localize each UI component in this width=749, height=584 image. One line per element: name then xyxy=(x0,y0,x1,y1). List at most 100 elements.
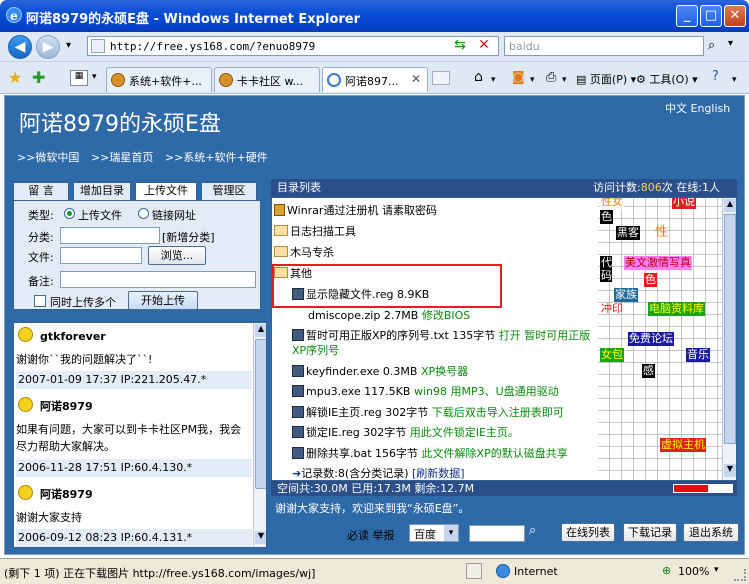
search-go-icon[interactable]: ⌕ xyxy=(529,523,536,538)
stop-icon[interactable]: ✕ xyxy=(474,37,494,55)
note-input[interactable] xyxy=(60,271,256,288)
file-item[interactable]: Winrar通过注册机 请素取密码 xyxy=(274,203,437,218)
file-list-scrollbar[interactable]: ▲ ▼ xyxy=(722,198,736,480)
quick-tabs-icon[interactable]: ▦ xyxy=(70,70,88,86)
zoom-icon[interactable]: ⊕ xyxy=(662,564,671,577)
print-dropdown[interactable]: ▾ xyxy=(562,71,567,93)
language-switch[interactable]: 中文 English xyxy=(665,100,730,116)
zoom-level[interactable]: 100% xyxy=(678,565,709,578)
browse-button[interactable]: 浏览... xyxy=(148,246,206,265)
link-microsoft[interactable]: >>微软中国 xyxy=(17,151,79,164)
ad-link[interactable]: 家族 xyxy=(614,288,638,302)
multi-upload-checkbox[interactable] xyxy=(34,295,46,307)
minimize-button[interactable]: _ xyxy=(676,5,698,27)
ad-link[interactable]: 女包 xyxy=(600,348,624,362)
home-dropdown[interactable]: ▾ xyxy=(491,71,496,93)
ad-grid: 性女 小说 色 黑客 性 美文激情写真 代码 色 家族 冲印 电脑资料库 免费论… xyxy=(598,198,722,480)
file-item[interactable]: mpu3.exe 117.5KB win98 用MP3、U盘通用驱动 xyxy=(292,384,559,399)
ad-link[interactable]: 音乐 xyxy=(686,348,710,362)
file-item[interactable]: keyfinder.exe 0.3MB XP换号器 xyxy=(292,364,468,379)
guestbook-scrollbar[interactable]: ▲ ▼ xyxy=(253,323,266,547)
scroll-down-icon[interactable]: ▼ xyxy=(255,531,266,544)
tab-admin[interactable]: 管理区 xyxy=(201,182,257,200)
online-list-button[interactable]: 在线列表 xyxy=(561,523,615,542)
ad-link[interactable]: 冲印 xyxy=(600,302,624,316)
search-icon[interactable]: ⌕ xyxy=(708,38,726,56)
home-icon[interactable]: ⌂ xyxy=(474,65,483,87)
new-tab-button[interactable] xyxy=(432,71,450,85)
tab-close-icon[interactable]: ✕ xyxy=(411,72,421,86)
link-rising[interactable]: >>瑞星首页 xyxy=(91,151,153,164)
ad-link[interactable]: 性 xyxy=(654,226,669,240)
space-usage-fill xyxy=(674,485,708,492)
link-system-software[interactable]: >>系统+软件+硬件 xyxy=(165,151,268,164)
feeds-dropdown[interactable]: ▾ xyxy=(530,71,535,93)
file-item[interactable]: 暂时可用正版XP的序列号.txt 135字节 打开 暂时可用正版XP序列号 xyxy=(292,328,592,358)
start-upload-button[interactable]: 开始上传 xyxy=(128,291,198,310)
file-item[interactable]: 锁定IE.reg 302字节 用此文件锁定IE主页。 xyxy=(292,425,519,440)
ad-link[interactable]: 小说 xyxy=(672,198,696,209)
tab-3-active[interactable]: 阿诺897... ✕ xyxy=(322,67,428,92)
close-button[interactable]: ✕ xyxy=(724,5,746,27)
logout-button[interactable]: 退出系统 xyxy=(683,523,739,542)
search-engine-select[interactable]: 百度 ▾ xyxy=(409,524,459,542)
scroll-down-icon[interactable]: ▼ xyxy=(724,464,736,477)
folder-item[interactable]: 木马专杀 xyxy=(274,245,334,260)
tools-menu[interactable]: ⚙ 工具(O) ▾ xyxy=(636,67,698,89)
address-bar[interactable]: http://free.ys168.com/?enuo8979 ⇆ ✕ xyxy=(87,36,499,56)
help-dropdown[interactable]: ▾ xyxy=(732,71,737,93)
help-icon[interactable]: ? xyxy=(712,65,719,87)
tab-1[interactable]: 系统+软件+... xyxy=(106,67,212,92)
tab-add-directory[interactable]: 增加目录 xyxy=(73,182,131,200)
back-button[interactable]: ◀ xyxy=(8,35,32,59)
ad-link[interactable]: 色 xyxy=(600,210,613,224)
new-category-link[interactable]: [新增分类] xyxy=(162,229,215,245)
scroll-up-icon[interactable]: ▲ xyxy=(255,324,266,337)
refresh-icon[interactable]: ⇆ xyxy=(450,37,470,55)
download-log-button[interactable]: 下载记录 xyxy=(623,523,677,542)
tab-upload[interactable]: 上传文件 xyxy=(135,182,197,200)
favorites-star-icon[interactable]: ★ xyxy=(8,68,22,87)
search-options-icon[interactable]: ▾ xyxy=(728,38,733,49)
page-menu[interactable]: ▤ 页面(P) ▾ xyxy=(576,67,636,89)
file-input[interactable] xyxy=(60,247,142,264)
scroll-thumb[interactable] xyxy=(724,214,736,444)
category-select[interactable] xyxy=(60,227,160,244)
refresh-link[interactable]: [刷新数据] xyxy=(412,467,465,480)
ad-link[interactable]: 色 xyxy=(644,273,657,287)
ad-link[interactable]: 免费论坛 xyxy=(628,332,674,346)
maximize-button[interactable]: □ xyxy=(700,5,722,27)
tab-list-dropdown[interactable]: ▾ xyxy=(92,72,97,82)
forward-button[interactable]: ▶ xyxy=(36,35,60,59)
tab-guestbook[interactable]: 留 言 xyxy=(13,182,69,200)
ad-link[interactable]: 美文激情写真 xyxy=(624,256,692,270)
ad-link[interactable]: 黑客 xyxy=(616,226,640,240)
folder-icon xyxy=(274,225,288,236)
scroll-thumb[interactable] xyxy=(255,339,266,489)
print-icon[interactable]: ⎙ xyxy=(546,66,556,88)
history-dropdown[interactable]: ▾ xyxy=(66,40,71,51)
resize-grip[interactable] xyxy=(734,569,746,581)
scroll-up-icon[interactable]: ▲ xyxy=(724,199,736,212)
radio-link[interactable] xyxy=(138,208,149,219)
ad-link[interactable]: 虚拟主机 xyxy=(660,438,706,452)
search-field[interactable] xyxy=(469,525,525,542)
search-box[interactable]: baidu xyxy=(504,36,704,56)
zoom-dropdown[interactable]: ▾ xyxy=(714,565,719,575)
folder-item[interactable]: 日志扫描工具 xyxy=(274,224,356,239)
file-item[interactable]: 解锁IE主页.reg 302字节 下载后双击导入注册表即可 xyxy=(292,405,564,420)
ad-link[interactable]: 感 xyxy=(642,364,655,378)
ad-link[interactable]: 性女 xyxy=(600,198,624,209)
file-list-header: 目录列表 访问计数:806次 在线:1人 xyxy=(271,179,737,197)
ad-link[interactable]: 电脑资料库 xyxy=(648,302,705,316)
file-item[interactable]: 删除共享.bat 156字节 此文件解除XP的默认磁盘共享 xyxy=(292,446,568,461)
add-favorite-icon[interactable]: ✚ xyxy=(32,68,45,87)
ad-link[interactable]: 代码 xyxy=(600,256,612,282)
radio-upload-file[interactable] xyxy=(64,208,75,219)
space-text: 空间共:30.0M 已用:17.3M 剩余:12.7M xyxy=(277,482,475,495)
feeds-icon[interactable]: ◙ xyxy=(512,66,525,88)
guestbook-entry: 阿诺8979 谢谢大家支持 2006-09-12 08:23 IP:60.4.1… xyxy=(16,485,252,547)
file-item[interactable]: dmiscope.zip 2.7MB 修改BIOS xyxy=(308,308,470,323)
search-input[interactable]: baidu xyxy=(509,40,540,53)
tab-2[interactable]: 卡卡社区 w... xyxy=(214,67,320,92)
